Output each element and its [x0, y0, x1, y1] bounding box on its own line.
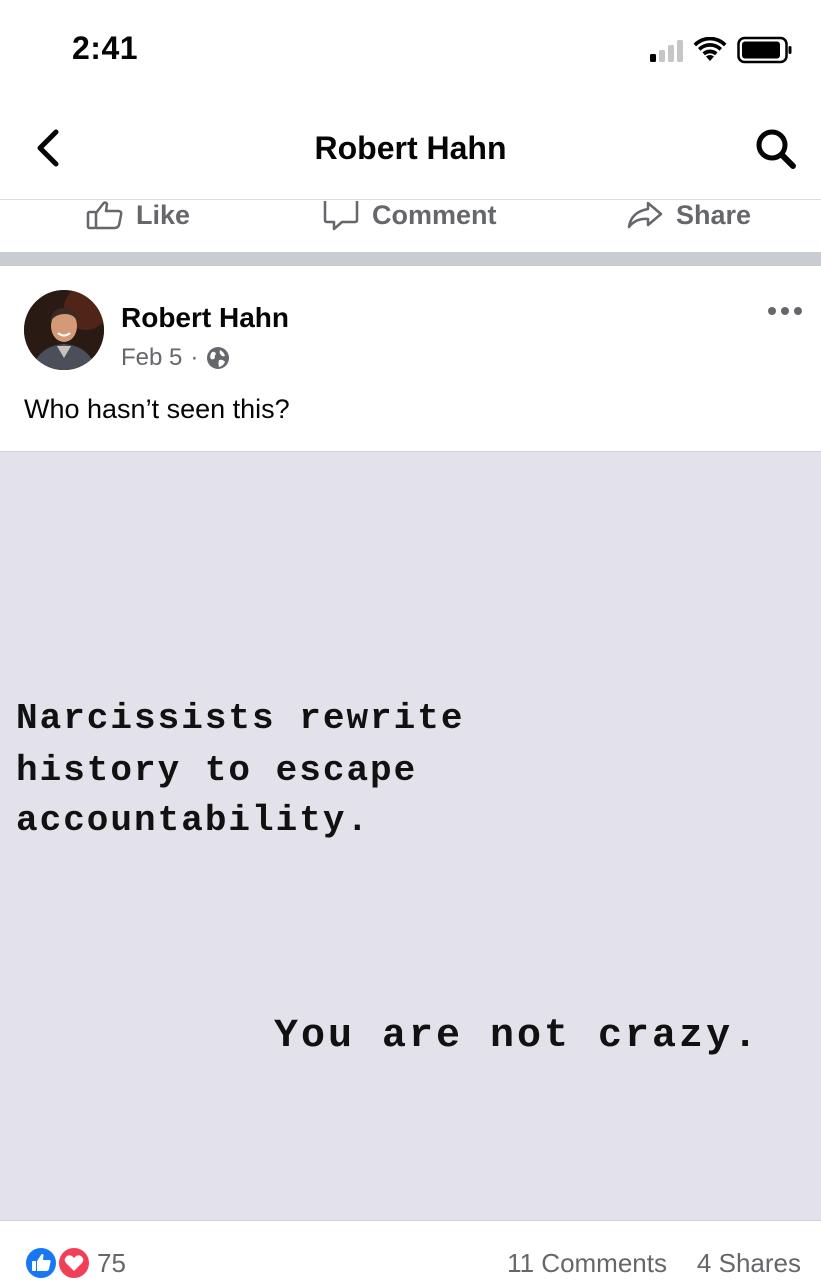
cellular-signal-icon: [650, 38, 683, 62]
shares-count[interactable]: 4 Shares: [697, 1248, 801, 1279]
post-meta: Feb 5 ·: [121, 344, 230, 372]
search-icon[interactable]: [753, 126, 799, 172]
share-label: Share: [676, 199, 752, 230]
page-title: Robert Hahn: [314, 130, 507, 166]
post-text: Who hasn’t seen this?: [24, 394, 290, 424]
status-bar: 2:41: [0, 0, 821, 100]
like-label: Like: [136, 199, 191, 230]
avatar-photo: [24, 290, 104, 370]
comment-label: Comment: [372, 199, 497, 230]
meta-dot: ·: [190, 344, 199, 371]
wifi-icon: [693, 37, 727, 61]
comment-button[interactable]: Comment: [322, 199, 497, 231]
share-button[interactable]: Share: [626, 200, 751, 230]
like-button[interactable]: Like: [86, 200, 190, 230]
more-options-icon[interactable]: [765, 298, 805, 324]
status-time: 2:41: [72, 30, 139, 66]
post-author-name[interactable]: Robert Hahn: [121, 302, 289, 334]
post-action-row: Like Comment Share: [0, 200, 821, 252]
post-date[interactable]: Feb 5: [121, 344, 182, 372]
avatar[interactable]: [24, 290, 104, 370]
battery-icon: [737, 36, 792, 64]
image-text-line-3: accountability.: [16, 800, 371, 841]
globe-icon: [207, 347, 230, 369]
comment-bubble-icon: [323, 201, 359, 231]
image-text-line-1: Narcissists rewrite: [16, 698, 465, 739]
reaction-count[interactable]: 75: [97, 1248, 126, 1279]
reactions-icon[interactable]: [24, 1246, 92, 1280]
feed-separator: [0, 252, 821, 266]
thumbs-up-icon: [86, 201, 123, 230]
comments-count[interactable]: 11 Comments: [507, 1248, 667, 1279]
image-text-line-4: You are not crazy.: [274, 1014, 761, 1059]
share-arrow-icon: [627, 201, 663, 229]
status-icons: [650, 36, 793, 64]
image-text-line-2: history to escape: [16, 750, 418, 791]
